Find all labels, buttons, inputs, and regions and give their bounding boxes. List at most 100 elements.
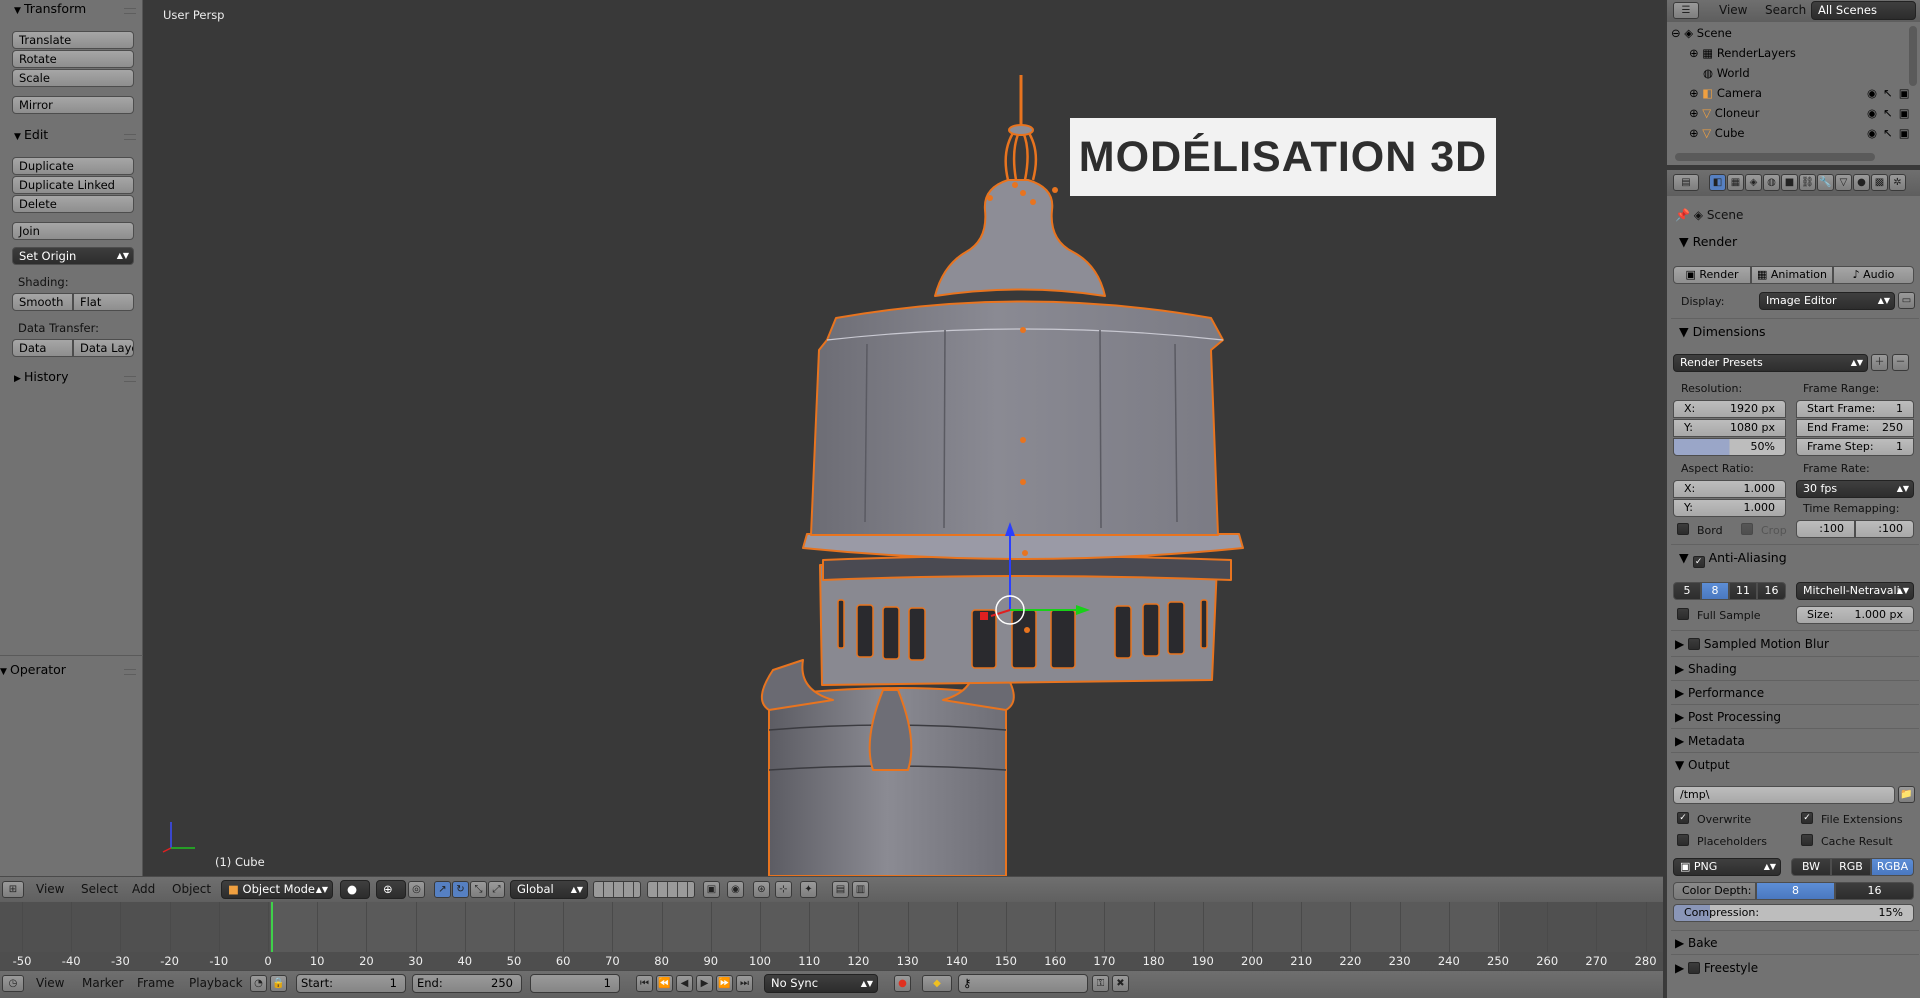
cache-result-checkbox[interactable] — [1801, 834, 1813, 846]
particles-tab-icon[interactable]: ✲ — [1889, 174, 1906, 191]
time-remap-old-field[interactable]: :100 — [1796, 520, 1855, 538]
filter-size-field[interactable]: Size: 1.000 px — [1796, 606, 1914, 624]
bw-button[interactable]: BW — [1791, 858, 1831, 876]
render-button[interactable]: ▣ Render — [1673, 266, 1751, 284]
color-depth-16-button[interactable]: 16 — [1835, 882, 1914, 900]
current-frame-cursor[interactable] — [271, 902, 273, 952]
layers-grid-2-icon[interactable] — [647, 881, 695, 898]
outliner-view-menu[interactable]: View — [1719, 3, 1747, 17]
outliner-vertical-scrollbar[interactable] — [1909, 26, 1917, 86]
editor-type-icon[interactable]: ▤ — [1673, 174, 1699, 191]
aa-samples-11-button[interactable]: 11 — [1729, 582, 1757, 600]
freestyle-panel-header[interactable]: ▶ Freestyle — [1675, 960, 1758, 975]
metadata-panel-header[interactable]: ▶ Metadata — [1675, 734, 1745, 748]
outliner-item-scene[interactable]: ⊖ ◈ Scene — [1671, 26, 1732, 40]
operator-panel-header[interactable]: ▼ Operator — [0, 662, 66, 677]
mode-dropdown[interactable]: ■ Object Mode ▲▼ — [221, 880, 333, 899]
end-frame-field[interactable]: End Frame: 250 — [1796, 419, 1914, 437]
render-tab-icon[interactable]: ◧ — [1709, 174, 1726, 191]
render-animation-icon[interactable]: ▥ — [852, 881, 869, 898]
aspect-x-field[interactable]: X: 1.000 — [1673, 480, 1786, 498]
resolution-percentage-slider[interactable]: 50% — [1673, 438, 1786, 456]
join-button[interactable]: Join — [12, 222, 134, 240]
jump-start-icon[interactable]: ⏮ — [636, 975, 653, 992]
outliner-search-menu[interactable]: Search — [1765, 3, 1806, 17]
timeline-view-menu[interactable]: View — [36, 976, 64, 990]
scene-filter-dropdown[interactable]: All Scenes — [1811, 1, 1916, 20]
record-icon[interactable]: ● — [894, 975, 911, 992]
grip-icon[interactable] — [124, 8, 136, 14]
sampled-motion-blur-panel-header[interactable]: ▶ Sampled Motion Blur — [1675, 636, 1829, 651]
translate-manipulator-icon[interactable]: ↗ — [434, 881, 451, 898]
file-format-dropdown[interactable]: ▣ PNG ▲▼ — [1673, 858, 1781, 876]
render-preview-icon[interactable]: ▤ — [832, 881, 849, 898]
flat-button[interactable]: Flat — [73, 293, 134, 311]
start-frame-field[interactable]: Start: 1 — [296, 974, 406, 993]
resolution-y-field[interactable]: Y: 1080 px — [1673, 419, 1786, 437]
output-path-field[interactable]: /tmp\ — [1673, 786, 1895, 804]
outliner-item-cube[interactable]: ⊕ ▽ Cube — [1689, 126, 1745, 140]
compression-slider[interactable]: Compression: 15% — [1673, 904, 1914, 922]
add-menu[interactable]: Add — [132, 882, 155, 896]
time-remap-new-field[interactable]: :100 — [1855, 520, 1914, 538]
folder-icon[interactable]: 📁 — [1898, 786, 1915, 803]
modifiers-tab-icon[interactable]: 🔧 — [1817, 174, 1834, 191]
render-panel-header[interactable]: ▼ Render — [1679, 234, 1737, 249]
frame-rate-dropdown[interactable]: 30 fps ▲▼ — [1796, 480, 1914, 498]
grip-icon[interactable] — [124, 669, 136, 675]
sync-dropdown[interactable]: No Sync ▲▼ — [764, 974, 878, 993]
duplicate-button[interactable]: Duplicate — [12, 157, 134, 175]
material-tab-icon[interactable]: ● — [1853, 174, 1870, 191]
scene-tab-icon[interactable]: ◈ — [1745, 174, 1762, 191]
start-frame-field[interactable]: Start Frame: 1 — [1796, 400, 1914, 418]
output-panel-header[interactable]: ▼ Output — [1675, 758, 1730, 772]
current-frame-field[interactable]: 1 — [530, 974, 620, 993]
aspect-y-field[interactable]: Y: 1.000 — [1673, 499, 1786, 517]
aa-samples-8-button[interactable]: 8 — [1701, 582, 1729, 600]
lock-icon[interactable]: 🔒 — [270, 975, 287, 992]
visibility-toggles[interactable]: ◉↖▣ — [1867, 86, 1916, 100]
dimensions-panel-header[interactable]: ▼ Dimensions — [1679, 324, 1766, 339]
outliner-scrollbar[interactable] — [1675, 153, 1875, 161]
jump-next-keyframe-icon[interactable]: ⏩ — [716, 975, 733, 992]
delete-button[interactable]: Delete — [12, 195, 134, 213]
history-panel-header[interactable]: ▶ History — [14, 369, 68, 384]
grip-icon[interactable] — [124, 376, 136, 382]
3d-viewport[interactable]: User Persp MODÉLISATION 3D (1) Cube — [143, 0, 1663, 876]
file-extensions-checkbox[interactable]: ✓ — [1801, 812, 1813, 824]
jump-prev-keyframe-icon[interactable]: ⏪ — [656, 975, 673, 992]
layers-grid-icon[interactable] — [593, 881, 641, 898]
keying-icon[interactable]: ◆ — [922, 975, 952, 992]
select-menu[interactable]: Select — [81, 882, 118, 896]
rotate-button[interactable]: Rotate — [12, 50, 134, 68]
snap-toggle-icon[interactable]: ⊛ — [753, 881, 770, 898]
lock-interface-icon[interactable]: ▭ — [1898, 292, 1915, 309]
custom-manipulator-icon[interactable]: ⤢ — [488, 881, 505, 898]
editor-type-icon[interactable]: ⊞ — [2, 881, 24, 898]
mirror-button[interactable]: Mirror — [12, 96, 134, 114]
editor-type-icon[interactable]: ◷ — [2, 975, 24, 992]
snap-element-icon[interactable]: ⊹ — [775, 881, 792, 898]
rgba-button[interactable]: RGBA — [1871, 858, 1914, 876]
data-tab-icon[interactable]: ▽ — [1835, 174, 1852, 191]
animation-button[interactable]: ▦ Animation — [1751, 266, 1833, 284]
audio-button[interactable]: ♪ Audio — [1833, 266, 1914, 284]
aa-samples-5-button[interactable]: 5 — [1673, 582, 1701, 600]
view-menu[interactable]: View — [36, 882, 64, 896]
outliner-item-world[interactable]: ◍ World — [1703, 66, 1750, 80]
frame-menu[interactable]: Frame — [137, 976, 174, 990]
color-depth-8-button[interactable]: 8 — [1756, 882, 1835, 900]
data-button[interactable]: Data — [12, 339, 73, 357]
outliner-item-cloneur[interactable]: ⊕ ▽ Cloneur — [1689, 106, 1759, 120]
border-checkbox[interactable] — [1677, 523, 1689, 535]
pin-icon[interactable]: 📌 — [1675, 208, 1694, 222]
play-reverse-icon[interactable]: ◀ — [676, 975, 693, 992]
timeline-area[interactable]: -50 -40 -30 -20 -10 0 10 20 30 40 50 60 70 80 90 100 110… — [0, 902, 1663, 970]
marker-menu[interactable]: Marker — [82, 976, 123, 990]
jump-end-icon[interactable]: ⏭ — [736, 975, 753, 992]
rotate-manipulator-icon[interactable]: ↻ — [452, 881, 469, 898]
scale-button[interactable]: Scale — [12, 69, 134, 87]
pivot-dropdown[interactable]: ⊕ — [376, 880, 406, 899]
object-menu[interactable]: Object — [172, 882, 211, 896]
proportional-edit-icon[interactable]: ◉ — [727, 881, 744, 898]
